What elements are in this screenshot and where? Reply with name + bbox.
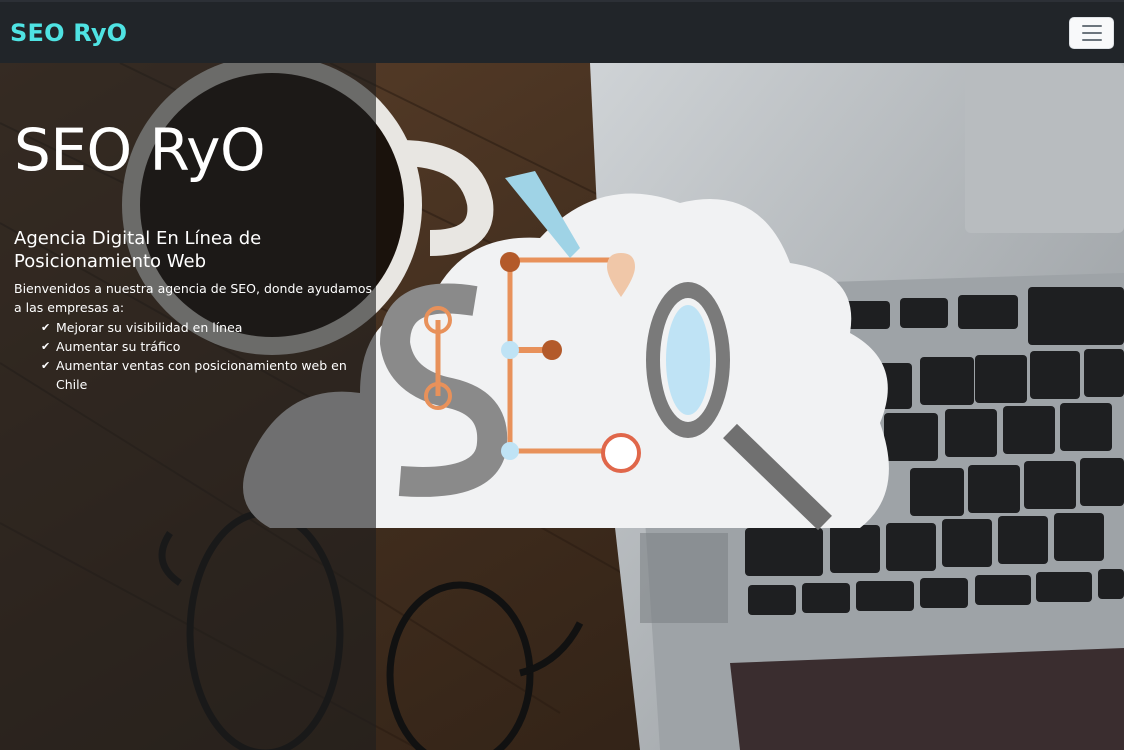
checkmark-icon: ✔: [41, 358, 51, 372]
hero-subtitle: Agencia Digital En Línea de Posicionamie…: [14, 227, 262, 272]
checkmark-icon: ✔: [41, 320, 51, 334]
list-item: ✔ Mejorar su visibilidad en línea: [41, 319, 243, 335]
hero-title: SEO RyO: [14, 116, 266, 184]
brand-link[interactable]: SEO RyO: [10, 19, 127, 47]
list-item: ✔ Aumentar su tráfico: [41, 338, 181, 354]
hero-section: SEO RyO Agencia Digital En Línea de Posi…: [0, 63, 1124, 750]
list-item: ✔ Aumentar ventas con posicionamiento web…: [41, 357, 347, 392]
hamburger-menu-icon: [1081, 24, 1102, 27]
hero-content: SEO RyO Agencia Digital En Línea de Posi…: [14, 116, 374, 394]
navbar: SEO RyO: [0, 0, 1124, 63]
checkmark-icon: ✔: [41, 339, 51, 353]
hero-intro-text: Bienvenidos a nuestra agencia de SEO, do…: [14, 280, 372, 315]
navbar-toggler-button[interactable]: [1069, 16, 1114, 49]
hero-benefits-list: ✔ Mejorar su visibilidad en línea ✔ Aument…: [14, 318, 374, 394]
